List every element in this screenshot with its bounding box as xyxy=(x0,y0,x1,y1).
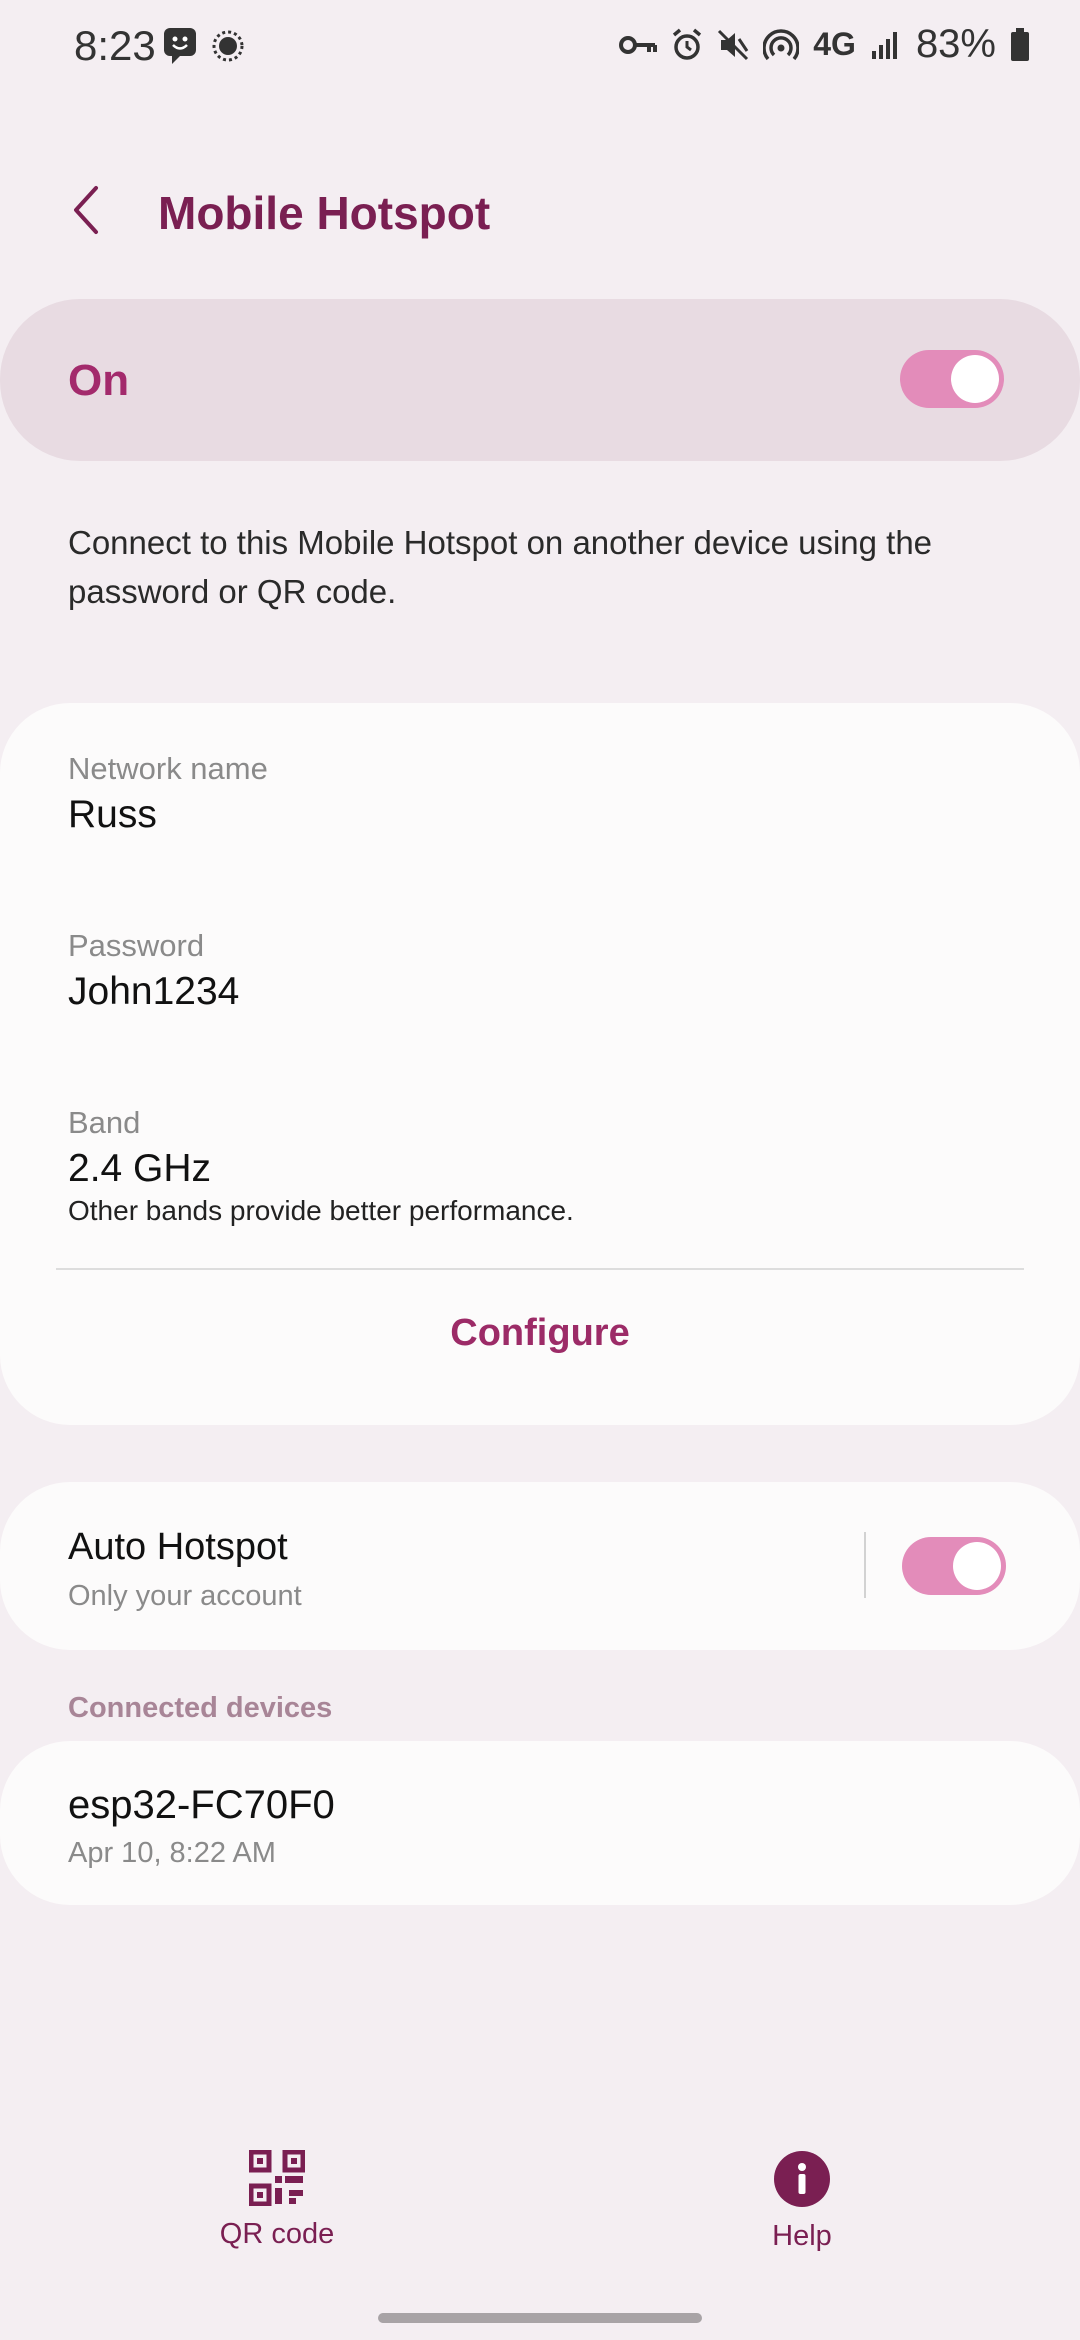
auto-hotspot-title: Auto Hotspot xyxy=(68,1526,288,1568)
hotspot-master-toggle-row[interactable]: On xyxy=(0,299,1080,461)
network-info-card: Network name Russ Password John1234 Band… xyxy=(0,703,1080,1425)
status-right-icons: 4G 83% xyxy=(619,22,1030,67)
connected-device-item[interactable]: esp32-FC70F0 Apr 10, 8:22 AM xyxy=(0,1741,1080,1905)
switch-knob xyxy=(951,355,999,403)
status-bar: 8:23 4G 83% xyxy=(0,0,1080,100)
chat-app-icon xyxy=(164,28,196,64)
help-button[interactable]: Help xyxy=(702,2150,902,2253)
battery-percent: 83% xyxy=(915,22,996,66)
back-button[interactable] xyxy=(60,180,120,240)
device-name: esp32-FC70F0 xyxy=(68,1783,335,1827)
qr-code-label: QR code xyxy=(219,2218,335,2250)
status-notification-icons xyxy=(162,26,246,66)
auto-hotspot-card[interactable]: Auto Hotspot Only your account xyxy=(0,1482,1080,1650)
configure-button[interactable]: Configure xyxy=(0,1312,1080,1355)
alarm-icon xyxy=(673,28,702,60)
network-type-label: 4G xyxy=(813,26,856,62)
network-name-value: Russ xyxy=(68,793,157,836)
sun-settings-icon xyxy=(212,30,244,62)
vertical-divider xyxy=(864,1532,866,1598)
header: Mobile Hotspot xyxy=(0,150,1080,270)
chevron-left-icon xyxy=(74,186,98,234)
band-note: Other bands provide better performance. xyxy=(68,1195,574,1226)
qr-code-icon xyxy=(249,2150,305,2206)
device-connected-time: Apr 10, 8:22 AM xyxy=(68,1837,276,1869)
divider xyxy=(56,1268,1024,1270)
band-value: 2.4 GHz xyxy=(68,1147,212,1190)
master-toggle-label: On xyxy=(68,356,130,405)
qr-code-button[interactable]: QR code xyxy=(177,2150,377,2251)
auto-hotspot-switch[interactable] xyxy=(902,1537,1006,1595)
network-name-label: Network name xyxy=(68,751,268,786)
connected-devices-header: Connected devices xyxy=(68,1692,333,1724)
password-label: Password xyxy=(68,928,205,963)
switch-knob xyxy=(953,1542,1001,1590)
info-icon xyxy=(774,2151,830,2207)
hotspot-master-switch[interactable] xyxy=(900,350,1004,408)
battery-icon xyxy=(1011,27,1029,61)
page-title: Mobile Hotspot xyxy=(158,187,491,239)
hotspot-icon xyxy=(763,28,800,60)
bottom-action-bar: QR code Help xyxy=(0,2150,1080,2270)
signal-icon xyxy=(871,31,897,59)
band-label: Band xyxy=(68,1105,141,1140)
status-time: 8:23 xyxy=(74,22,156,69)
hotspot-description: Connect to this Mobile Hotspot on anothe… xyxy=(68,524,933,610)
mute-icon xyxy=(718,29,749,60)
home-indicator[interactable] xyxy=(378,2313,702,2323)
auto-hotspot-subtitle: Only your account xyxy=(68,1580,302,1612)
password-value: John1234 xyxy=(68,970,240,1013)
vpn-key-icon xyxy=(619,35,658,54)
help-label: Help xyxy=(772,2220,832,2252)
